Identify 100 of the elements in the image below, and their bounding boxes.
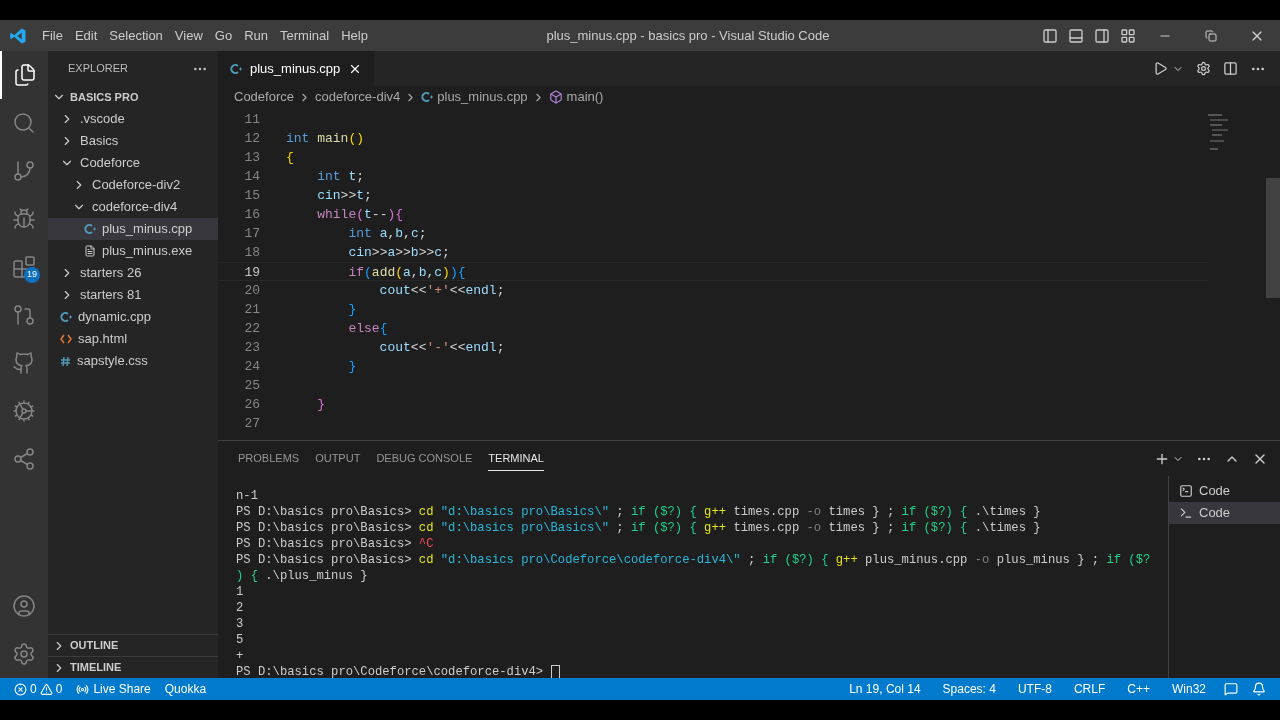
- line-number: 21: [243, 301, 260, 319]
- cube-icon: [548, 90, 563, 104]
- tree-item[interactable]: plus_minus.exe: [48, 240, 218, 262]
- line-number: 27: [243, 415, 260, 433]
- breadcrumb-item[interactable]: main(): [566, 87, 604, 107]
- activity-button[interactable]: 19: [0, 243, 48, 291]
- menu-item[interactable]: Selection: [103, 25, 169, 46]
- code-line: int a,b,c;: [347, 225, 427, 243]
- debug-icon: [12, 207, 36, 231]
- line-number: 24: [243, 358, 260, 376]
- tree-item[interactable]: .vscode: [48, 108, 218, 130]
- tree-item[interactable]: Basics: [48, 130, 218, 152]
- terminal-icon: [1179, 484, 1193, 498]
- panel-tab[interactable]: TERMINAL: [488, 445, 544, 472]
- tree-item[interactable]: starters 26: [48, 262, 218, 284]
- tree-item[interactable]: starters 81: [48, 284, 218, 306]
- run-icon[interactable]: [1153, 61, 1168, 76]
- status-item[interactable]: Live Share: [76, 680, 151, 698]
- split-editor-icon[interactable]: [1223, 61, 1238, 76]
- menu-item[interactable]: Edit: [68, 25, 104, 46]
- window-title: plus_minus.cpp - basics pro - Visual Studio Code: [545, 26, 831, 45]
- scrollbar-thumb[interactable]: [1266, 178, 1280, 298]
- terminal-line: PS D:\basics pro\Basics> cd "d:\basics pro\Basics\" ; if ($?) { g++ times.cpp -o times } ; if ($?) { .\times }: [236, 520, 1041, 536]
- cpp-file-icon: [60, 311, 72, 323]
- panel-toggle-icon[interactable]: [1068, 27, 1084, 44]
- line-number: 20: [243, 282, 260, 300]
- status-item[interactable]: Quokka: [164, 680, 207, 698]
- branch-icon: [12, 159, 36, 183]
- status-item[interactable]: Win32: [1168, 680, 1210, 698]
- panel-tab[interactable]: DEBUG CONSOLE: [376, 446, 473, 471]
- terminal-line: n-1: [236, 488, 258, 504]
- breadcrumb-item[interactable]: plus_minus.cpp: [437, 87, 528, 107]
- menu-item[interactable]: View: [168, 25, 209, 46]
- secondary-sidebar-icon[interactable]: [1094, 27, 1110, 44]
- editor-tab[interactable]: plus_minus.cpp: [218, 51, 375, 86]
- line-number: 15: [243, 187, 260, 205]
- cpp-file-icon: [230, 62, 242, 75]
- menu-item[interactable]: Help: [335, 25, 374, 46]
- code-line: while(t--){: [316, 206, 404, 224]
- line-number: 16: [243, 206, 260, 224]
- line-number: 11: [243, 111, 260, 129]
- extensions-icon: [12, 255, 36, 279]
- breadcrumb-item[interactable]: Codeforce: [234, 87, 294, 107]
- code-line: }: [347, 358, 357, 376]
- warning-icon: [39, 682, 53, 696]
- terminal-line: 5: [236, 632, 244, 648]
- tree-item[interactable]: dynamic.cpp: [48, 306, 218, 328]
- account-icon[interactable]: [12, 594, 36, 618]
- status-item[interactable]: UTF-8: [1013, 680, 1056, 698]
- settings-icon[interactable]: [1196, 61, 1211, 76]
- status-item[interactable]: CRLF: [1069, 680, 1110, 698]
- folder-header[interactable]: BASICS PRO: [48, 86, 218, 108]
- terminal-line: ) { .\plus_minus }: [236, 568, 368, 584]
- tree-item[interactable]: sapstyle.css: [48, 350, 218, 372]
- hash-icon: [60, 355, 71, 367]
- cpp-file-icon: [84, 223, 96, 235]
- sidebar-title: EXPLORER: [68, 61, 128, 77]
- feedback-icon[interactable]: [1224, 682, 1238, 696]
- status-item[interactable]: Spaces: 4: [938, 680, 1000, 698]
- notifications-icon[interactable]: [1252, 682, 1266, 696]
- line-number: 19: [243, 264, 260, 280]
- tree-item[interactable]: Codeforce-div2: [48, 174, 218, 196]
- status-item[interactable]: Ln 19, Col 14: [845, 680, 925, 698]
- line-number: 26: [243, 396, 260, 414]
- files-icon: [13, 63, 37, 87]
- code-line: cin>>a>>b>>c;: [347, 244, 450, 262]
- problems-indicator[interactable]: 0 0: [14, 680, 63, 698]
- tree-item[interactable]: Codeforce: [48, 152, 218, 174]
- line-number: 17: [243, 225, 260, 243]
- layout-icon[interactable]: [1120, 27, 1136, 44]
- restore-icon[interactable]: [1205, 29, 1217, 42]
- panel-tab[interactable]: OUTPUT: [315, 446, 361, 471]
- cpp-file-icon: [421, 91, 434, 103]
- code-line: int t;: [316, 168, 365, 186]
- menu-item[interactable]: File: [36, 25, 69, 46]
- terminal-line: 3: [236, 616, 244, 632]
- cog-icon: [12, 399, 36, 423]
- tree-item[interactable]: plus_minus.cpp: [48, 218, 218, 240]
- menu-item[interactable]: Run: [238, 25, 274, 46]
- tree-item[interactable]: sap.html: [48, 328, 218, 350]
- code-line: {: [286, 149, 294, 167]
- status-item[interactable]: C++: [1123, 680, 1154, 698]
- error-icon: [14, 682, 27, 696]
- broadcast-icon: [76, 682, 90, 696]
- line-number: 13: [243, 149, 260, 167]
- notification-badge: 19: [24, 267, 40, 283]
- panel-tab[interactable]: PROBLEMS: [238, 446, 300, 471]
- breadcrumb-item[interactable]: codeforce-div4: [315, 87, 401, 107]
- tree-item[interactable]: codeforce-div4: [48, 196, 218, 218]
- code-line: int main(): [286, 130, 365, 148]
- code-line: else{: [347, 320, 388, 338]
- terminal-instance[interactable]: Code: [1169, 480, 1280, 502]
- sidebar-toggle-icon[interactable]: [1042, 27, 1058, 44]
- line-number: 12: [243, 130, 260, 148]
- terminal-instance[interactable]: Code: [1169, 502, 1280, 524]
- menu-item[interactable]: Terminal: [274, 25, 336, 46]
- menu-item[interactable]: Go: [208, 25, 239, 46]
- code-line: }: [316, 396, 325, 414]
- logo-icon: [9, 26, 27, 45]
- code-line: cout<<'+'<<endl;: [378, 282, 505, 300]
